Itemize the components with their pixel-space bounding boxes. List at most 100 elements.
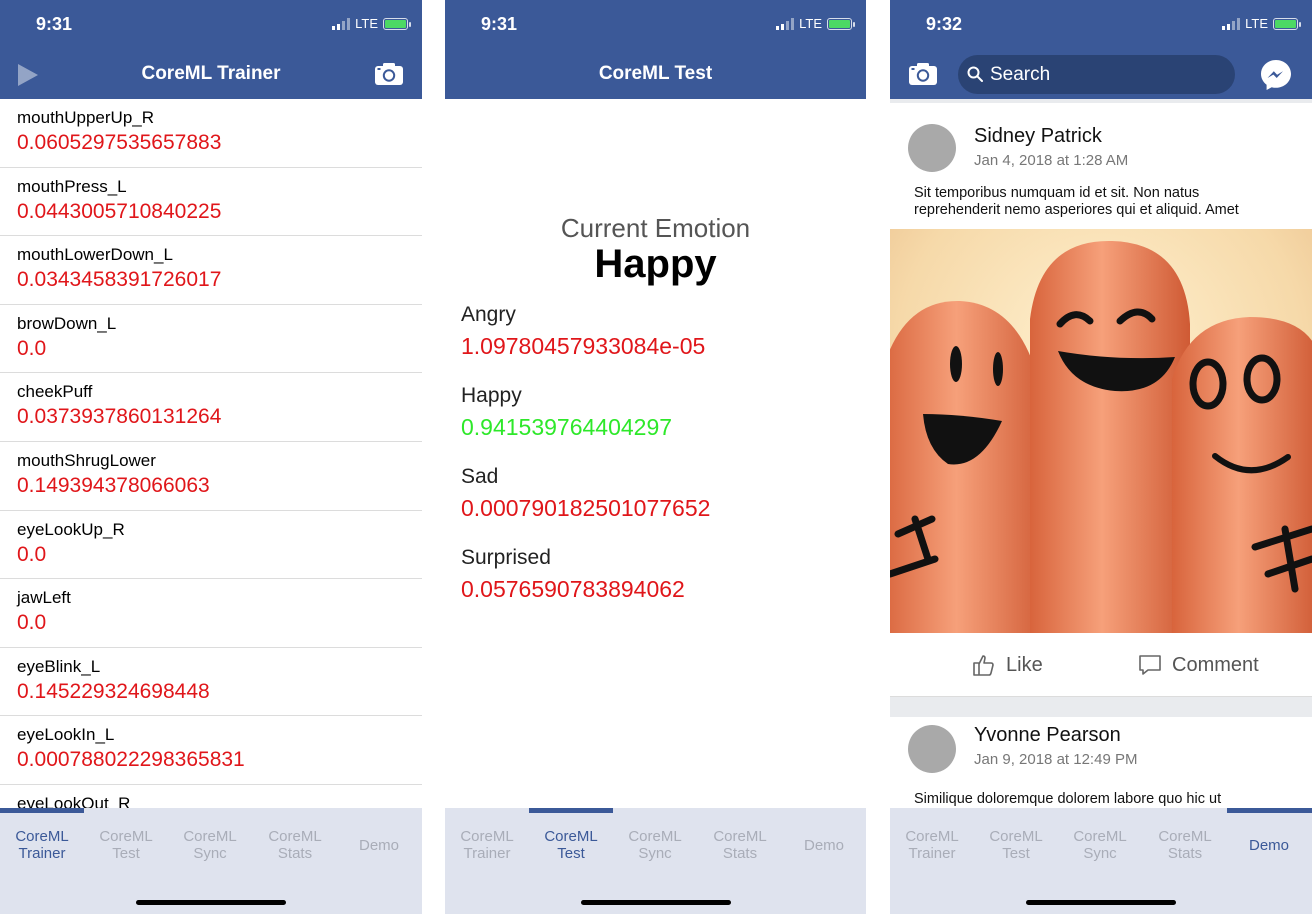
status-bar: 9:32 LTE xyxy=(890,0,1312,50)
post-text: Sit temporibus numquam id et sit. Non na… xyxy=(914,185,1239,218)
status-indicators: LTE xyxy=(332,16,411,31)
tab-label: Trainer xyxy=(908,845,956,862)
tab-bar: CoreML Trainer CoreML Test CoreML Sync Core… xyxy=(0,808,422,914)
comment-label: Comment xyxy=(1172,653,1259,676)
post-date: Jan 9, 2018 at 12:49 PM xyxy=(974,751,1138,768)
emotion-name: Sad xyxy=(461,465,499,488)
tab-coreml-trainer[interactable]: CoreML Trainer xyxy=(445,828,529,862)
tab-label: CoreML xyxy=(989,828,1043,845)
tab-label: Demo xyxy=(803,837,844,854)
feed-post: Sidney Patrick Jan 4, 2018 at 1:28 AM Si… xyxy=(890,103,1312,697)
tab-coreml-test[interactable]: CoreML Test xyxy=(974,828,1058,862)
blendshape-list[interactable]: mouthUpperUp_R 0.0605297535657883 mouthPr… xyxy=(0,99,422,808)
tab-bar: CoreML Trainer CoreML Test CoreML Sync Core… xyxy=(890,808,1312,914)
item-value: 0.0 xyxy=(17,542,47,566)
tab-coreml-test[interactable]: CoreML Test xyxy=(529,828,613,862)
feed-post: Yvonne Pearson Jan 9, 2018 at 12:49 PM S… xyxy=(890,717,1312,808)
news-feed[interactable]: Sidney Patrick Jan 4, 2018 at 1:28 AM Si… xyxy=(890,99,1312,808)
page-title: CoreML Test xyxy=(598,63,713,84)
tab-bar: CoreML Trainer CoreML Test CoreML Sync Core… xyxy=(445,808,866,914)
tab-label: Stats xyxy=(1167,845,1203,862)
item-key: eyeLookIn_L xyxy=(17,725,115,745)
item-value: 0.0373937860131264 xyxy=(17,405,222,429)
search-icon xyxy=(967,66,983,82)
tab-label: Demo xyxy=(358,837,399,854)
item-value: 0.0605297535657883 xyxy=(17,131,222,154)
emotion-prob: 0.0576590783894062 xyxy=(461,576,685,602)
network-label: LTE xyxy=(1245,16,1268,31)
tab-label: Stats xyxy=(277,845,313,862)
tab-coreml-sync[interactable]: CoreML Sync xyxy=(613,828,697,862)
item-key: mouthPress_L xyxy=(17,176,127,196)
tab-label: CoreML xyxy=(713,828,767,845)
tab-indicator xyxy=(529,808,613,813)
list-item: cheekPuff 0.0373937860131264 xyxy=(0,373,422,442)
home-indicator[interactable] xyxy=(1026,900,1176,905)
tab-demo[interactable]: Demo xyxy=(337,837,421,854)
tab-coreml-test[interactable]: CoreML Test xyxy=(84,828,168,862)
item-key: eyeLookUp_R xyxy=(17,519,125,539)
item-key: browDown_L xyxy=(17,313,117,333)
avatar[interactable] xyxy=(908,124,956,172)
like-button[interactable]: Like xyxy=(972,653,1043,677)
tab-coreml-sync[interactable]: CoreML Sync xyxy=(168,828,252,862)
test-screen: 9:31 LTE CoreML Test Current Emotion Hap… xyxy=(445,0,866,914)
tab-label: Sync xyxy=(638,845,672,862)
tab-coreml-trainer[interactable]: CoreML Trainer xyxy=(890,828,974,862)
status-time: 9:31 xyxy=(481,14,518,34)
tab-label: Sync xyxy=(1083,845,1117,862)
status-time: 9:31 xyxy=(36,14,73,34)
current-emotion: Current Emotion Happy xyxy=(445,213,866,287)
tab-label: CoreML xyxy=(183,828,237,845)
item-value: 0.0 xyxy=(17,611,47,635)
tab-label: Demo xyxy=(1248,837,1289,854)
nav-bar: CoreML Trainer xyxy=(0,50,422,99)
network-label: LTE xyxy=(799,16,822,31)
tab-coreml-stats[interactable]: CoreML Stats xyxy=(1143,828,1227,862)
comment-button[interactable]: Comment xyxy=(1138,653,1259,677)
current-emotion-value: Happy xyxy=(594,242,717,286)
item-key: mouthUpperUp_R xyxy=(17,108,155,127)
current-emotion-label: Current Emotion xyxy=(560,213,751,243)
tab-demo[interactable]: Demo xyxy=(1227,837,1311,854)
post-photo[interactable] xyxy=(890,229,1312,633)
item-value: 0.0443005710840225 xyxy=(17,199,222,223)
signal-icon xyxy=(1222,17,1241,30)
item-value: 0.0 xyxy=(17,336,47,360)
battery-icon xyxy=(383,17,411,30)
item-key: eyeLookOut_R xyxy=(17,793,131,808)
list-item: eyeLookOut_R xyxy=(0,785,422,808)
emotion-prob: 1.09780457933084e-05 xyxy=(461,333,706,359)
home-indicator[interactable] xyxy=(581,900,731,905)
tab-label: Sync xyxy=(193,845,227,862)
tab-label: CoreML xyxy=(905,828,959,845)
camera-icon[interactable] xyxy=(908,62,938,86)
tab-coreml-sync[interactable]: CoreML Sync xyxy=(1058,828,1142,862)
tab-label: CoreML xyxy=(628,828,682,845)
status-bar: 9:31 LTE xyxy=(0,0,422,50)
tab-label: Test xyxy=(1002,845,1030,862)
tab-coreml-trainer[interactable]: CoreML Trainer xyxy=(0,828,84,862)
post-author[interactable]: Yvonne Pearson xyxy=(974,724,1121,747)
list-item: mouthPress_L 0.0443005710840225 xyxy=(0,168,422,237)
tab-label: Test xyxy=(112,845,140,862)
item-value: 0.145229324698448 xyxy=(17,679,210,703)
tab-coreml-stats[interactable]: CoreML Stats xyxy=(253,828,337,862)
emotion-prob: 0.941539764404297 xyxy=(461,414,673,440)
tab-demo[interactable]: Demo xyxy=(782,837,866,854)
tab-label: Trainer xyxy=(463,845,511,862)
like-icon xyxy=(973,655,994,676)
item-value: 0.0343458391726017 xyxy=(17,268,222,292)
avatar[interactable] xyxy=(908,725,956,773)
camera-icon[interactable] xyxy=(374,62,404,86)
tab-label: CoreML xyxy=(1073,828,1127,845)
post-header: Yvonne Pearson Jan 9, 2018 at 12:49 PM xyxy=(890,717,1312,803)
tab-coreml-stats[interactable]: CoreML Stats xyxy=(698,828,782,862)
post-author[interactable]: Sidney Patrick xyxy=(974,125,1102,148)
search-input[interactable]: Search xyxy=(958,55,1235,94)
messenger-icon[interactable] xyxy=(1259,58,1293,92)
home-indicator[interactable] xyxy=(136,900,286,905)
emotion-item: Sad 0.000790182501077652 xyxy=(461,464,710,545)
emotion-name: Angry xyxy=(461,303,516,326)
tab-label: CoreML xyxy=(15,828,69,845)
